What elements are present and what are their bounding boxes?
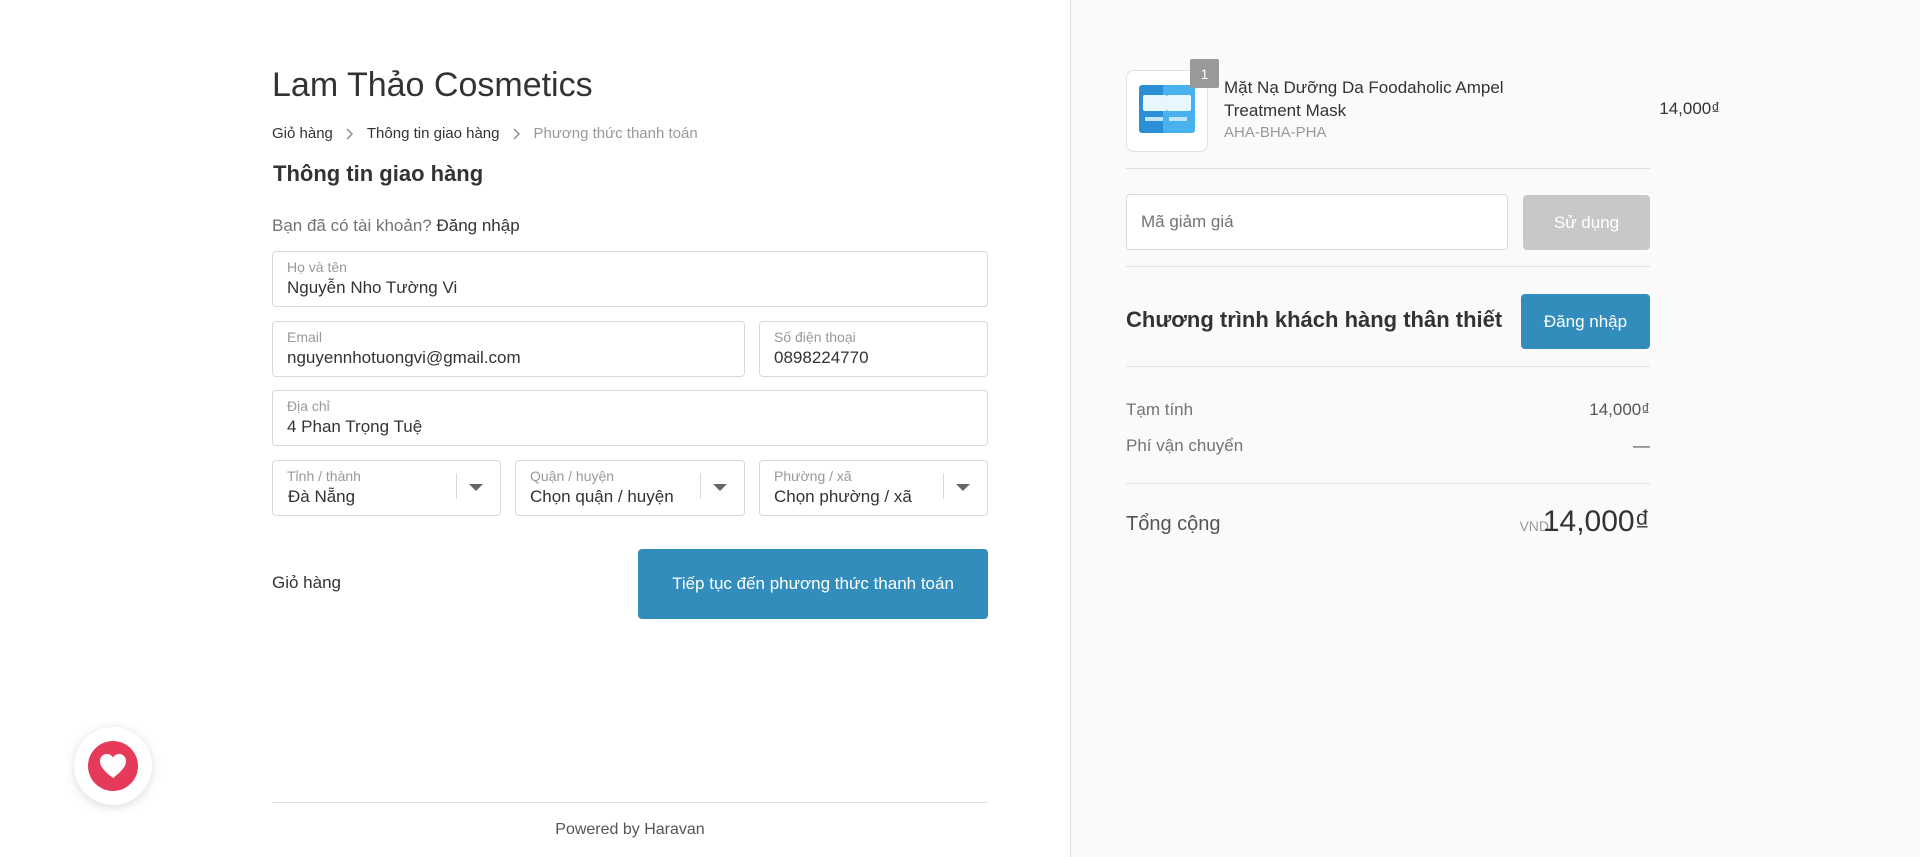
phone-value[interactable]: 0898224770 [774, 348, 869, 368]
fullname-label: Họ và tên [287, 259, 347, 275]
section-title: Thông tin giao hàng [273, 161, 484, 186]
footer-divider [272, 802, 988, 803]
caret-down-icon[interactable] [956, 484, 970, 491]
back-to-cart-link[interactable]: Giỏ hàng [272, 573, 341, 593]
total-label: Tổng cộng [1126, 513, 1221, 535]
breadcrumb-shipping-info[interactable]: Thông tin giao hàng [367, 125, 500, 142]
address-label: Địa chỉ [287, 398, 330, 414]
address-field[interactable]: Địa chỉ 4 Phan Trọng Tuệ [272, 390, 988, 446]
select-divider [456, 473, 457, 499]
breadcrumb-payment-method: Phương thức thanh toán [533, 125, 698, 142]
caret-down-icon[interactable] [469, 484, 483, 491]
email-value[interactable]: nguyennhotuongvi@gmail.com [287, 348, 521, 368]
breadcrumb-cart[interactable]: Giỏ hàng [272, 125, 333, 142]
loyalty-login-button[interactable]: Đăng nhập [1521, 294, 1650, 349]
district-select[interactable]: Quận / huyện Chọn quận / huyện [515, 460, 745, 516]
shipping-value: — [1633, 436, 1650, 455]
province-label: Tỉnh / thành [287, 468, 361, 484]
divider [1126, 366, 1650, 367]
fullname-value[interactable]: Nguyễn Nho Tường Vi [287, 278, 457, 298]
shipping-label: Phí vận chuyển [1126, 436, 1244, 455]
checkout-main: Lam Thảo Cosmetics Giỏ hàng Thông tin gi… [0, 0, 1070, 857]
fullname-field[interactable]: Họ và tên Nguyễn Nho Tường Vi [272, 251, 988, 307]
loyalty-program-title: Chương trình khách hàng thân thiết [1126, 307, 1503, 332]
district-value[interactable]: Chọn quận / huyện [530, 487, 674, 507]
district-label: Quận / huyện [530, 468, 615, 484]
chevron-right-icon [345, 128, 355, 140]
divider [1126, 168, 1650, 169]
address-value[interactable]: 4 Phan Trọng Tuệ [287, 417, 422, 437]
divider [1126, 483, 1650, 484]
caret-down-icon[interactable] [713, 484, 727, 491]
continue-to-payment-button[interactable]: Tiếp tục đến phương thức thanh toán [638, 549, 988, 619]
heart-icon [88, 741, 138, 791]
discount-code-input[interactable] [1126, 194, 1508, 250]
ward-label: Phường / xã [774, 468, 852, 484]
shop-title[interactable]: Lam Thảo Cosmetics [272, 66, 593, 105]
email-field[interactable]: Email nguyennhotuongvi@gmail.com [272, 321, 745, 377]
subtotal-label: Tạm tính [1126, 400, 1194, 419]
select-divider [943, 473, 944, 499]
powered-by: Powered by Haravan [555, 821, 705, 838]
breadcrumb: Giỏ hàng Thông tin giao hàng Phương thức… [272, 125, 698, 142]
account-prompt: Bạn đã có tài khoản? Đăng nhập [272, 216, 520, 236]
order-summary-sidebar: 1 Mặt Nạ Dưỡng Da Foodaholic Ampel Treat… [1070, 0, 1920, 857]
divider [1126, 266, 1650, 267]
ward-value[interactable]: Chọn phường / xã [774, 487, 912, 507]
province-select[interactable]: Tỉnh / thành Đà Nẵng [272, 460, 501, 516]
product-price: 14,000₫ [1659, 99, 1720, 118]
apply-discount-button[interactable]: Sử dụng [1523, 195, 1650, 250]
select-divider [700, 473, 701, 499]
subtotal-value: 14,000₫ [1589, 400, 1650, 419]
product-variant: AHA-BHA-PHA [1224, 124, 1327, 141]
quantity-badge: 1 [1190, 59, 1219, 88]
email-label: Email [287, 329, 323, 345]
product-name: Mặt Nạ Dưỡng Da Foodaholic Ampel Treatme… [1224, 78, 1504, 120]
ward-select[interactable]: Phường / xã Chọn phường / xã [759, 460, 988, 516]
phone-field[interactable]: Số điện thoại 0898224770 [759, 321, 988, 377]
phone-label: Số điện thoại [774, 329, 856, 345]
login-link[interactable]: Đăng nhập [436, 216, 519, 235]
province-value[interactable]: Đà Nẵng [288, 487, 355, 507]
account-question: Bạn đã có tài khoản? [272, 216, 432, 235]
total-value: 14,000₫ [1542, 505, 1650, 538]
favorite-button[interactable] [74, 727, 152, 805]
chevron-right-icon [512, 128, 522, 140]
